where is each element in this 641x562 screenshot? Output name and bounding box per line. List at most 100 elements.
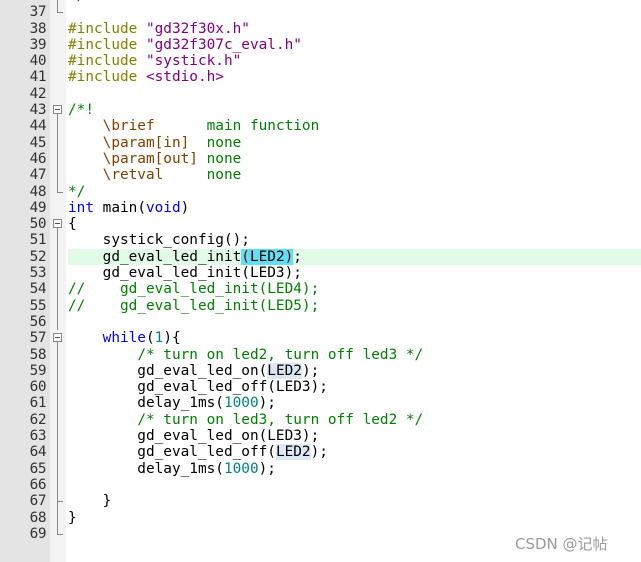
code-token: {: [68, 216, 77, 233]
code-line[interactable]: 48 ​*/: [0, 183, 641, 200]
line-number: 65: [29, 460, 47, 477]
fold-collapse-icon[interactable]: [53, 105, 62, 115]
code-line[interactable]: 44 ​ \brief main function: [0, 118, 641, 135]
code-line[interactable]: 54 ​// gd_eval_led_init(LED4);: [0, 281, 641, 298]
code-line[interactable]: 49 ​int main(void): [0, 200, 641, 216]
line-number: 69: [29, 525, 47, 542]
code-token: (: [145, 330, 155, 347]
line-number: 48: [29, 183, 47, 200]
code-token: }: [68, 493, 112, 510]
line-number: 52: [29, 248, 47, 265]
code-token: gd_eval_led_on(LED3);: [68, 428, 320, 445]
code-token: <stdio.h>: [145, 69, 224, 86]
line-number: 40: [29, 53, 47, 70]
code-token: gd_eval_led_off(LED3);: [68, 379, 328, 396]
code-token: delay_1ms(: [68, 460, 224, 477]
code-line[interactable]: 61 ​ delay_1ms(1000);: [0, 395, 641, 412]
line-number: 62: [29, 411, 47, 428]
code-text: ​int main(void): [68, 200, 641, 216]
code-text: ​ delay_1ms(1000);: [68, 395, 641, 411]
code-line[interactable]: 40 ​#include "systick.h": [0, 53, 641, 69]
code-text: ​: [68, 477, 641, 493]
code-token: */: [68, 183, 86, 200]
code-line[interactable]: 58 ​ /* turn on led2, turn off led3 */: [0, 346, 641, 363]
code-text: ​ /* turn on led3, turn off led2 */: [68, 412, 641, 428]
code-text: ​#include "systick.h": [68, 53, 641, 69]
fold-line: [57, 281, 58, 298]
code-text: ​ \param[out] none: [68, 151, 641, 167]
code-line[interactable]: 46 ​ \param[out] none: [0, 150, 641, 168]
line-number: 61: [29, 395, 47, 412]
code-line[interactable]: 38 ​#include "gd32f30x.h": [0, 21, 641, 37]
code-line[interactable]: 51 ​ systick_config();: [0, 232, 641, 249]
code-token: );: [258, 460, 276, 477]
code-text: ​: [68, 86, 641, 102]
code-text: ​ gd_eval_led_on(LED3);: [68, 428, 641, 444]
code-line[interactable]: 62 ​ /* turn on led3, turn off led2 */: [0, 411, 641, 429]
code-line[interactable]: 41 ​#include <stdio.h>: [0, 69, 641, 85]
code-editor[interactable]: 36​*/37​38​#include "gd32f30x.h"39​#incl…: [0, 0, 641, 542]
code-line[interactable]: 39 ​#include "gd32f307c_eval.h": [0, 37, 641, 53]
code-text: ​: [68, 4, 641, 20]
line-number: 55: [29, 297, 47, 314]
code-line[interactable]: 67 ​ }: [0, 493, 641, 510]
line-number: 67: [29, 493, 47, 510]
code-token: \retval: [102, 167, 207, 184]
code-text: ​ }: [68, 493, 641, 509]
fold-end-marker: [57, 183, 63, 193]
code-token: while: [102, 330, 146, 347]
code-line[interactable]: 55 ​// gd_eval_led_init(LED5);: [0, 297, 641, 314]
fold-line: [57, 509, 58, 526]
code-line[interactable]: 45 ​ \param[in] none: [0, 134, 641, 151]
code-line[interactable]: 52 ​ gd_eval_led_init(LED2);: [0, 248, 641, 266]
code-token: // gd_eval_led_init(LED5);: [68, 297, 320, 314]
fold-line: [57, 232, 58, 249]
code-line[interactable]: 43 ​/*!: [0, 102, 641, 120]
code-line[interactable]: 50 ​{: [0, 216, 641, 234]
code-line[interactable]: 37 ​: [0, 4, 641, 20]
code-text: ​}: [68, 510, 641, 526]
code-token: delay_1ms(: [68, 395, 224, 412]
code-text: ​ /* turn on led2, turn off led3 */: [68, 347, 641, 363]
fold-collapse-icon[interactable]: [53, 333, 62, 343]
code-line[interactable]: 66 ​: [0, 476, 641, 494]
code-token: gd_eval_led_off(: [68, 444, 276, 461]
code-line[interactable]: 59 ​ gd_eval_led_on(LED2);: [0, 362, 641, 380]
code-token: ){: [163, 330, 181, 347]
code-line[interactable]: 64 ​ gd_eval_led_off(LED2);: [0, 444, 641, 461]
code-token: none: [206, 167, 242, 184]
code-line[interactable]: 42 ​: [0, 86, 641, 102]
code-token: \param[in]: [102, 134, 207, 151]
code-line[interactable]: 47 ​ \retval none: [0, 167, 641, 184]
fold-line: [57, 248, 58, 266]
fold-line: [57, 118, 58, 135]
code-text: ​ \retval none: [68, 167, 641, 183]
code-line[interactable]: 60 ​ gd_eval_led_off(LED3);: [0, 379, 641, 396]
code-token: ): [180, 199, 190, 216]
fold-line: [57, 150, 58, 168]
code-token: );: [310, 444, 328, 461]
code-token: 1000: [223, 460, 259, 477]
code-line[interactable]: 68 ​}: [0, 509, 641, 526]
code-token: main function: [206, 118, 320, 135]
fold-collapse-icon[interactable]: [53, 219, 62, 229]
code-text: ​#include "gd32f30x.h": [68, 21, 641, 37]
code-token: none: [206, 150, 242, 167]
code-line[interactable]: 56 ​: [0, 313, 641, 331]
fold-line: [57, 265, 58, 282]
code-line[interactable]: 57 ​ while(1){: [0, 330, 641, 348]
line-number: 53: [29, 265, 47, 282]
line-number: 56: [29, 313, 47, 330]
line-number: 64: [29, 444, 47, 461]
code-text: ​ while(1){: [68, 330, 641, 346]
code-text: ​: [68, 314, 641, 330]
code-line[interactable]: 63 ​ gd_eval_led_on(LED3);: [0, 428, 641, 445]
fold-line: [57, 444, 58, 461]
code-token: );: [258, 395, 276, 412]
code-line[interactable]: 65 ​ delay_1ms(1000);: [0, 460, 641, 477]
line-number: 54: [29, 281, 47, 298]
code-line[interactable]: 53 ​ gd_eval_led_init(LED3);: [0, 265, 641, 282]
line-number: 51: [29, 232, 47, 249]
code-token: 1000: [223, 395, 259, 412]
